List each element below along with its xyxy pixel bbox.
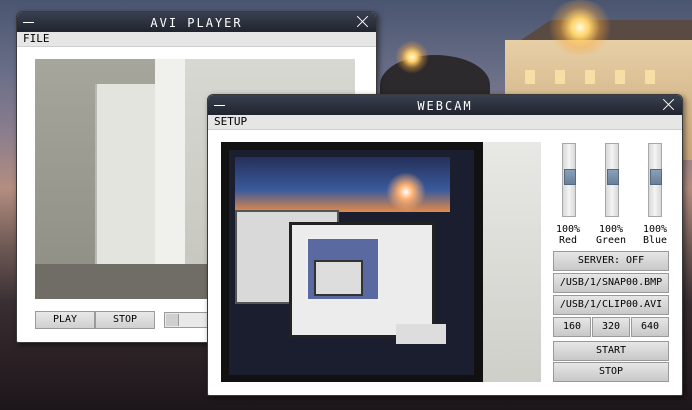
webcam-menubar: SETUP xyxy=(208,115,682,130)
resolution-640-button[interactable]: 640 xyxy=(631,317,669,337)
resolution-320-button[interactable]: 320 xyxy=(592,317,630,337)
webcam-titlebar[interactable]: WEBCAM xyxy=(208,95,682,115)
red-slider[interactable] xyxy=(562,143,576,217)
avi-menubar: FILE xyxy=(17,32,376,47)
green-slider-thumb[interactable] xyxy=(607,169,619,186)
street-light xyxy=(395,40,429,74)
menu-setup[interactable]: SETUP xyxy=(214,115,247,128)
play-button[interactable]: PLAY xyxy=(35,311,95,329)
red-value: 100% xyxy=(555,224,581,235)
server-toggle-button[interactable]: SERVER: OFF xyxy=(553,251,669,271)
menu-file[interactable]: FILE xyxy=(23,32,50,45)
blue-label: Blue xyxy=(642,235,668,246)
blue-slider[interactable] xyxy=(648,143,662,217)
green-label: Green xyxy=(595,235,627,246)
street-light xyxy=(545,0,615,55)
webcam-window: WEBCAM SETUP 100% Red 100% Green 100% Bl… xyxy=(207,94,683,396)
blue-value: 100% xyxy=(642,224,668,235)
snapshot-path-button[interactable]: /USB/1/SNAP00.BMP xyxy=(553,273,669,293)
close-icon[interactable] xyxy=(662,97,676,111)
stop-button[interactable]: STOP xyxy=(95,311,155,329)
webcam-title: WEBCAM xyxy=(417,99,473,113)
stop-recording-button[interactable]: STOP xyxy=(553,362,669,382)
clip-path-button[interactable]: /USB/1/CLIP00.AVI xyxy=(553,295,669,315)
start-button[interactable]: START xyxy=(553,341,669,361)
seek-slider-knob[interactable] xyxy=(166,314,179,326)
blue-slider-thumb[interactable] xyxy=(650,169,662,186)
close-icon[interactable] xyxy=(356,14,370,28)
avi-titlebar[interactable]: AVI PLAYER xyxy=(17,12,376,32)
green-value: 100% xyxy=(598,224,624,235)
webcam-video-frame xyxy=(221,142,541,382)
green-slider[interactable] xyxy=(605,143,619,217)
avi-title: AVI PLAYER xyxy=(150,16,243,30)
color-sliders xyxy=(560,143,674,217)
red-label: Red xyxy=(558,235,578,246)
red-slider-thumb[interactable] xyxy=(564,169,576,186)
resolution-160-button[interactable]: 160 xyxy=(553,317,591,337)
